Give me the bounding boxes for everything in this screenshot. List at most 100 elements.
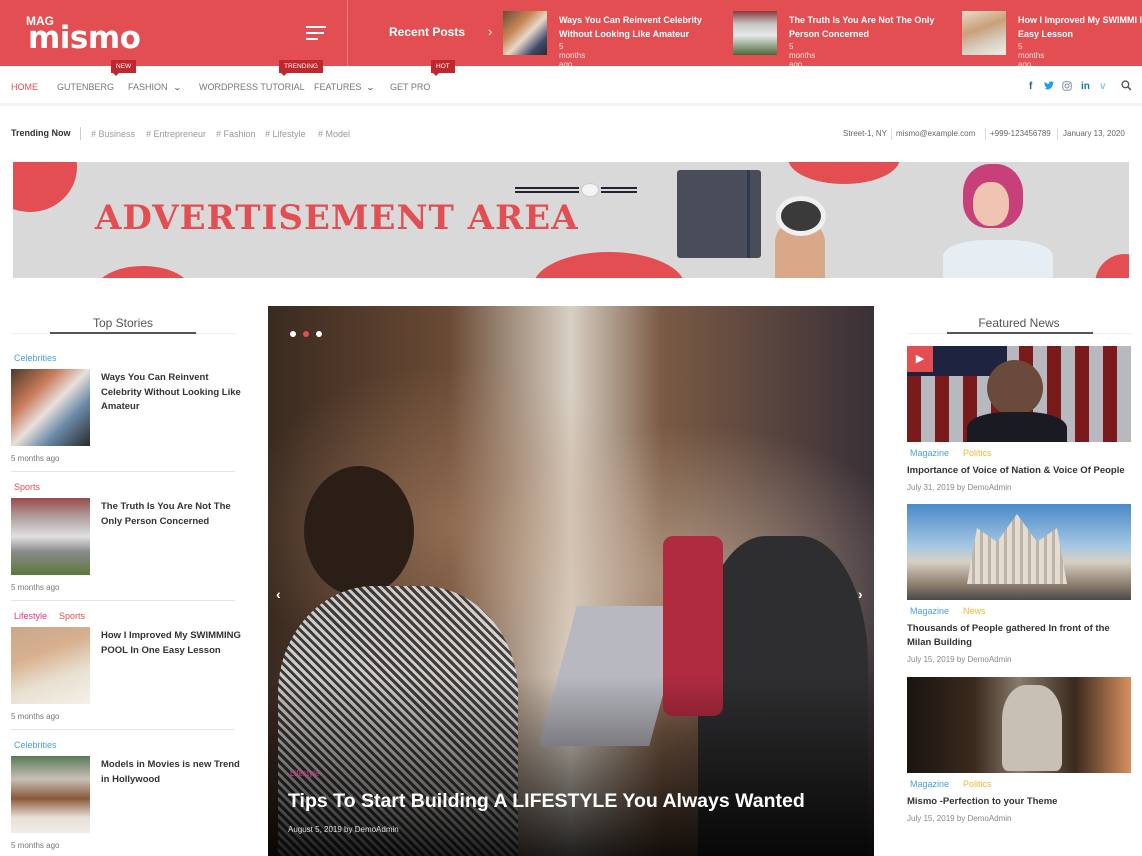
- story-thumbnail[interactable]: [11, 498, 90, 575]
- category-tag[interactable]: Celebrities: [14, 740, 57, 750]
- header-divider: [347, 0, 348, 66]
- top-stories-title: Top Stories: [92, 316, 154, 330]
- slide-title[interactable]: Tips To Start Building A LIFESTYLE You A…: [288, 790, 805, 813]
- phone-info[interactable]: +999-123456789: [990, 129, 1051, 138]
- story-categories: Celebrities: [14, 740, 69, 750]
- ad-headline: ADVERTISEMENT AREA: [95, 198, 579, 238]
- category-tag[interactable]: Politics: [963, 779, 992, 789]
- category-tag[interactable]: Sports: [59, 611, 85, 621]
- category-tag[interactable]: Lifestyle: [14, 611, 47, 621]
- nav-item-get-pro[interactable]: GET PRO: [390, 82, 430, 92]
- category-tag[interactable]: News: [963, 606, 986, 616]
- category-tag[interactable]: Magazine: [910, 448, 949, 458]
- featured-slider[interactable]: ‹ › Lifestyle Tips To Start Building A L…: [268, 306, 874, 856]
- search-icon[interactable]: [1121, 80, 1132, 94]
- featured-image[interactable]: ▶: [907, 346, 1131, 442]
- category-tag[interactable]: Politics: [963, 448, 992, 458]
- section-underline: [50, 332, 196, 334]
- email-info[interactable]: mismo@example.com: [896, 129, 975, 138]
- hamburger-menu-icon[interactable]: [306, 26, 326, 40]
- nav-item-features[interactable]: FEATURES ⌄: [314, 82, 375, 92]
- story-title[interactable]: Ways You Can Reinvent Celebrity Without …: [101, 371, 241, 415]
- nav-badge-hot: HOT: [431, 60, 455, 76]
- chevron-right-icon[interactable]: ›: [488, 24, 492, 39]
- slider-dot-active[interactable]: [303, 331, 309, 337]
- recent-post-title[interactable]: How I Improved My SWIMMI In One Easy Les…: [1018, 13, 1142, 41]
- recent-post-title[interactable]: Ways You Can Reinvent Celebrity Without …: [559, 13, 729, 41]
- slide-category[interactable]: Lifestyle: [290, 769, 319, 778]
- address-info: Street-1, NY: [843, 129, 888, 138]
- twitter-icon[interactable]: [1044, 81, 1054, 92]
- divider: [1057, 128, 1058, 140]
- divider: [11, 729, 235, 730]
- story-time: 5 months ago: [11, 712, 60, 721]
- trending-tag[interactable]: # Entrepreneur: [146, 129, 206, 139]
- coffee-cup-image: [776, 196, 826, 236]
- story-title[interactable]: Models in Movies is new Trend in Hollywo…: [101, 758, 241, 787]
- nav-item-fashion[interactable]: FASHION ⌄: [128, 82, 182, 92]
- featured-title[interactable]: Thousands of People gathered In front of…: [907, 622, 1131, 650]
- trending-tag[interactable]: # Fashion: [216, 129, 256, 139]
- site-header: MAG mismo Recent Posts › Ways You Can Re…: [0, 0, 1142, 69]
- nav-item-gutenberg[interactable]: GUTENBERG: [57, 82, 114, 92]
- chevron-down-icon: ⌄: [172, 83, 182, 92]
- story-time: 5 months ago: [11, 841, 60, 850]
- trending-tag[interactable]: # Model: [318, 129, 350, 139]
- story-title[interactable]: The Truth Is You Are Not The Only Person…: [101, 500, 241, 529]
- featured-categories: Magazine News: [910, 606, 1000, 616]
- story-title[interactable]: How I Improved My SWIMMING POOL In One E…: [101, 629, 241, 658]
- story-categories: Sports: [14, 482, 52, 492]
- divider: [80, 127, 81, 140]
- nav-item-label: FEATURES: [314, 82, 362, 92]
- featured-image[interactable]: [907, 677, 1131, 773]
- divider: [11, 600, 235, 601]
- slider-prev-arrow[interactable]: ‹: [276, 586, 281, 602]
- story-categories: Celebrities: [14, 353, 69, 363]
- nav-item-wordpress-tutorial[interactable]: WORDPRESS TUTORIAL: [199, 82, 305, 92]
- vimeo-icon[interactable]: v: [1100, 81, 1106, 92]
- featured-title[interactable]: Importance of Voice of Nation & Voice Of…: [907, 464, 1131, 478]
- divider: [891, 128, 892, 140]
- featured-meta: July 15, 2019 by DemoAdmin: [907, 655, 1012, 664]
- watch-image: [515, 183, 637, 197]
- featured-categories: Magazine Politics: [910, 448, 1006, 458]
- instagram-icon[interactable]: [1062, 81, 1072, 94]
- slider-dot[interactable]: [290, 331, 296, 337]
- featured-image[interactable]: [907, 504, 1131, 600]
- slide-meta: August 5, 2019 by DemoAdmin: [288, 825, 399, 834]
- featured-meta: July 15, 2019 by DemoAdmin: [907, 814, 1012, 823]
- featured-title[interactable]: Mismo -Perfection to your Theme: [907, 795, 1131, 809]
- trending-tag[interactable]: # Business: [91, 129, 135, 139]
- nav-badge-trending: TRENDING: [279, 60, 323, 76]
- trending-bar: Trending Now # Business # Entrepreneur #…: [0, 122, 1142, 146]
- story-thumbnail[interactable]: [11, 369, 90, 446]
- divider: [985, 128, 986, 140]
- video-post-icon: ▶: [907, 346, 933, 372]
- nav-item-home[interactable]: HOME: [11, 82, 38, 92]
- featured-categories: Magazine Politics: [910, 779, 1006, 789]
- recent-post-title[interactable]: The Truth Is You Are Not The Only Person…: [789, 13, 959, 41]
- advertisement-banner[interactable]: ADVERTISEMENT AREA: [13, 162, 1129, 278]
- linkedin-icon[interactable]: in: [1081, 81, 1090, 92]
- category-tag[interactable]: Magazine: [910, 606, 949, 616]
- featured-news-title: Featured News: [978, 316, 1060, 330]
- category-tag[interactable]: Celebrities: [14, 353, 57, 363]
- story-thumbnail[interactable]: [11, 627, 90, 704]
- slider-next-arrow[interactable]: ›: [858, 586, 863, 602]
- nav-badge-new: NEW: [111, 60, 137, 76]
- model-image: [933, 162, 1053, 278]
- facebook-icon[interactable]: f: [1029, 81, 1032, 92]
- story-thumbnail[interactable]: [11, 756, 90, 833]
- recent-post-thumbnail[interactable]: [962, 11, 1006, 55]
- trending-tag[interactable]: # Lifestyle: [265, 129, 306, 139]
- category-tag[interactable]: Magazine: [910, 779, 949, 789]
- logo-name: mismo: [28, 20, 141, 56]
- slider-dots: [290, 324, 329, 342]
- slider-dot[interactable]: [316, 331, 322, 337]
- recent-post-time: 5 months ago: [1018, 42, 1045, 69]
- recent-post-thumbnail[interactable]: [733, 11, 777, 55]
- category-tag[interactable]: Sports: [14, 482, 40, 492]
- section-underline: [947, 332, 1093, 334]
- recent-post-thumbnail[interactable]: [503, 11, 547, 55]
- featured-meta: July 31, 2019 by DemoAdmin: [907, 483, 1012, 492]
